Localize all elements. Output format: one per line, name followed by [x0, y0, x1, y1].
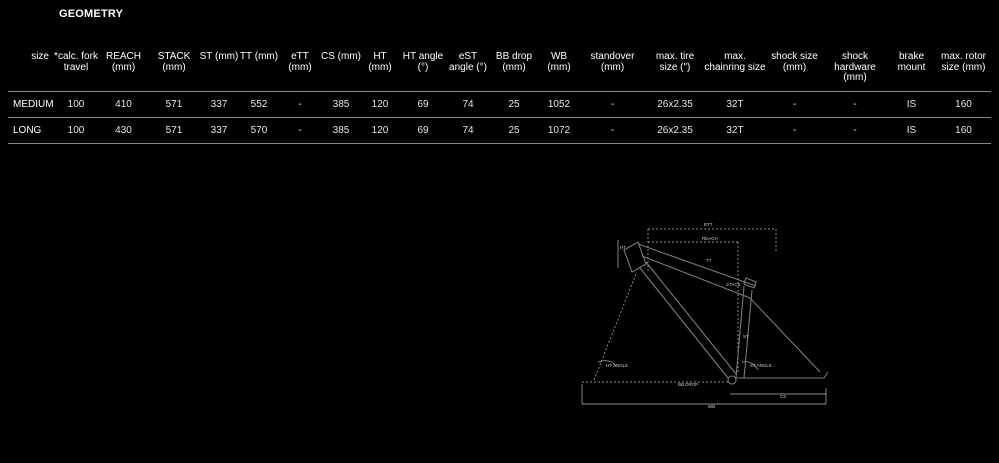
table-cell: 1052: [539, 91, 579, 118]
column-header-wb: WB (mm): [539, 51, 579, 92]
table-cell: -: [766, 91, 823, 118]
down-tube-lower: [645, 261, 737, 375]
table-cell: -: [823, 117, 887, 144]
table-cell: 120: [361, 91, 399, 118]
column-header-standover: standover (mm): [579, 51, 646, 92]
cs-label: CS: [780, 394, 786, 399]
geometry-diagram: ETT REACH HT TT STACK ST HT ANGLE ST ANG…: [581, 222, 829, 409]
column-header-cs: CS (mm): [321, 51, 361, 92]
table-cell: 32T: [704, 117, 766, 144]
table-row-medium: MEDIUM 100 410 571 337 552 - 385 120 69 …: [8, 91, 991, 118]
table-cell: 1072: [539, 117, 579, 144]
table-cell: 160: [936, 117, 991, 144]
table-cell: 571: [149, 91, 199, 118]
table-cell: 32T: [704, 91, 766, 118]
table-cell: 552: [239, 91, 279, 118]
table-cell: 69: [399, 117, 447, 144]
table-cell: -: [579, 117, 646, 144]
column-header-ht-angle: HT angle (°): [399, 51, 447, 92]
column-header-st: ST (mm): [199, 51, 239, 92]
table-cell: -: [279, 117, 321, 144]
column-header-max-chainring-size: max. chainring size: [704, 51, 766, 92]
seat-post-clamp: [743, 277, 757, 289]
st-angle-label: ST ANGLE: [750, 363, 772, 368]
seat-tube-front: [735, 285, 745, 379]
table-cell: -: [766, 117, 823, 144]
row-size-name: MEDIUM: [8, 91, 54, 118]
seat-stay: [749, 297, 821, 373]
table-cell: IS: [887, 117, 936, 144]
column-header-ht: HT (mm): [361, 51, 399, 92]
column-header-max-tire-size: max. tire size ("): [646, 51, 704, 92]
ht-label: HT: [620, 245, 626, 250]
table-cell: 337: [199, 91, 239, 118]
column-header-size: size: [8, 51, 54, 92]
tt-label: TT: [706, 258, 712, 263]
page-title: GEOMETRY: [59, 8, 124, 20]
table-cell: 26x2.35: [646, 117, 704, 144]
table-row-long: LONG 100 430 571 337 570 - 385 120 69 74…: [8, 117, 991, 144]
table-cell: 100: [54, 117, 98, 144]
column-header-stack: STACK (mm): [149, 51, 199, 92]
chain-stay: [736, 371, 829, 379]
table-cell: 69: [399, 91, 447, 118]
head-tube: [623, 241, 647, 273]
table-cell: -: [579, 91, 646, 118]
column-header-ett: eTT (mm): [279, 51, 321, 92]
column-header-est-angle: eST angle (°): [447, 51, 489, 92]
table-cell: 100: [54, 91, 98, 118]
table-cell: 74: [447, 117, 489, 144]
column-header-tt: TT (mm): [239, 51, 279, 92]
table-cell: 26x2.35: [646, 91, 704, 118]
column-header-bb-drop: BB drop (mm): [489, 51, 539, 92]
table-cell: 120: [361, 117, 399, 144]
geometry-table: size *calc. fork travel REACH (mm) STACK…: [8, 51, 991, 144]
column-header-max-rotor-size: max. rotor size (mm): [936, 51, 991, 92]
column-header-fork-travel: *calc. fork travel: [54, 51, 98, 92]
ett-label: ETT: [704, 222, 713, 227]
frame-outline: [623, 241, 829, 385]
table-cell: 25: [489, 117, 539, 144]
table-cell: 571: [149, 117, 199, 144]
ht-angle-label: HT ANGLE: [606, 363, 628, 368]
table-cell: 430: [98, 117, 149, 144]
bb-drop-label: BB DROP: [678, 382, 698, 387]
row-size-name: LONG: [8, 117, 54, 144]
st-label: ST: [743, 334, 749, 339]
stack-label: STACK: [726, 282, 741, 287]
bottom-bracket: [727, 375, 737, 385]
table-cell: 337: [199, 117, 239, 144]
table-cell: 74: [447, 91, 489, 118]
column-header-reach: REACH (mm): [98, 51, 149, 92]
table-cell: 570: [239, 117, 279, 144]
table-cell: -: [279, 91, 321, 118]
table-cell: 25: [489, 91, 539, 118]
table-cell: 160: [936, 91, 991, 118]
column-header-shock-size: shock size (mm): [766, 51, 823, 92]
column-header-brake-mount: brake mount: [887, 51, 936, 92]
reach-label: REACH: [702, 236, 718, 241]
table-cell: IS: [887, 91, 936, 118]
table-cell: 385: [321, 117, 361, 144]
table-cell: -: [823, 91, 887, 118]
wb-label: WB: [708, 404, 715, 409]
table-cell: 410: [98, 91, 149, 118]
column-header-shock-hardware: shock hardware (mm): [823, 51, 887, 92]
table-cell: 385: [321, 91, 361, 118]
table-header-row: size *calc. fork travel REACH (mm) STACK…: [8, 51, 991, 92]
